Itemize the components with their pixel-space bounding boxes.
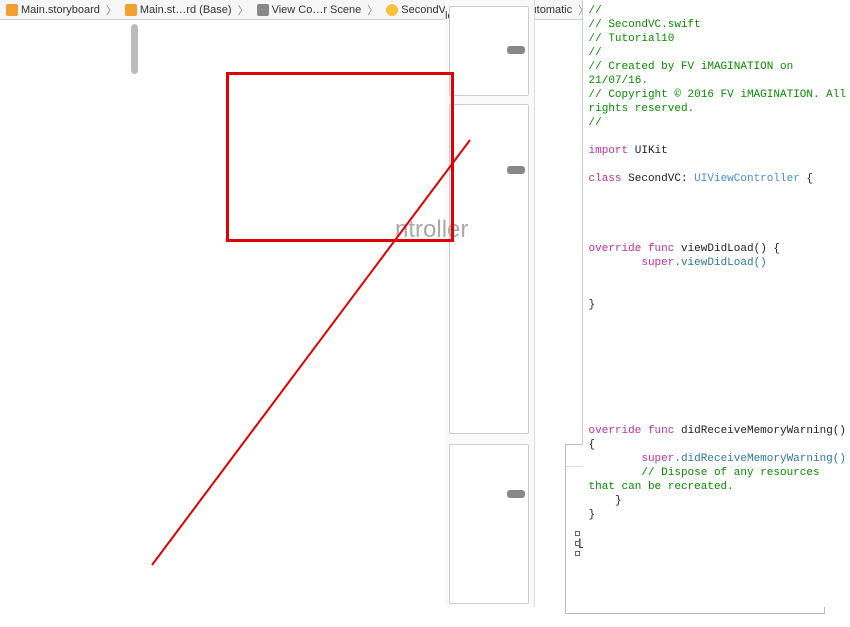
- code-line: [589, 312, 846, 326]
- scene-thumbnail-part: [507, 46, 525, 54]
- code-line: [589, 228, 846, 242]
- crumb-main-storyboard[interactable]: Main.storyboard: [0, 0, 104, 19]
- code-line: // Dispose of any resources that can be …: [589, 466, 846, 494]
- code-line: [589, 396, 846, 410]
- viewcontroller-icon: [386, 4, 398, 16]
- code-line: super.didReceiveMemoryWarning(): [589, 452, 846, 466]
- vertical-scrollbar[interactable]: [131, 24, 138, 74]
- code-line: //: [589, 46, 846, 60]
- code-line: [589, 284, 846, 298]
- scene-thumbnail-part: [507, 490, 525, 498]
- breadcrumb-left: Main.storyboard 〉 Main.st…rd (Base) 〉 Vi…: [0, 0, 445, 20]
- code-line: [589, 326, 846, 340]
- code-line: //: [589, 4, 846, 18]
- storyboard-icon: [125, 4, 137, 16]
- storyboard-icon: [6, 4, 18, 16]
- code-line: [589, 158, 846, 172]
- code-line: [589, 214, 846, 228]
- crumb-sep: 〉: [236, 2, 251, 18]
- code-line: [589, 340, 846, 354]
- code-line: override func didReceiveMemoryWarning() …: [589, 424, 846, 452]
- code-line: }: [589, 508, 846, 522]
- code-line: }: [589, 494, 846, 508]
- code-line: //: [589, 116, 846, 130]
- code-line: super.viewDidLoad(): [589, 256, 846, 270]
- interface-builder-pane[interactable]: ler ntroller Label: [445, 0, 583, 607]
- code-line: // Copyright © 2016 FV iMAGINATION. All …: [589, 88, 846, 116]
- document-outline[interactable]: ler ntroller: [445, 0, 535, 607]
- code-line: class SecondVC: UIViewController {: [589, 172, 846, 186]
- code-line: [589, 382, 846, 396]
- scene-thumbnail-part: [507, 166, 525, 174]
- code-line: [589, 354, 846, 368]
- selection-handle[interactable]: [575, 551, 580, 556]
- crumb-main-storyboard-base[interactable]: Main.st…rd (Base): [119, 0, 236, 19]
- scene-thumbnail[interactable]: [449, 444, 529, 604]
- code-line: import UIKit: [589, 144, 846, 158]
- code-editor-pane[interactable]: // // SecondVC.swift // Tutorial10 // //…: [583, 0, 850, 607]
- code-line: [589, 186, 846, 200]
- code-line: // SecondVC.swift: [589, 18, 846, 32]
- code-line: [589, 130, 846, 144]
- outline-truncated-text: ntroller: [395, 216, 468, 244]
- selection-handle[interactable]: [575, 531, 580, 536]
- code-line: [589, 368, 846, 382]
- selection-handle[interactable]: [575, 541, 580, 546]
- code-line: [589, 200, 846, 214]
- code-line: // Tutorial10: [589, 32, 846, 46]
- crumb-scene[interactable]: View Co…r Scene: [251, 0, 366, 19]
- code-line: override func viewDidLoad() {: [589, 242, 846, 256]
- code-line: [589, 410, 846, 424]
- code-line: }: [589, 298, 846, 312]
- crumb-sep: 〉: [104, 2, 119, 18]
- scene-icon: [257, 4, 269, 16]
- scene-thumbnail[interactable]: [449, 104, 529, 434]
- code-line: [589, 270, 846, 284]
- code-line: // Created by FV iMAGINATION on 21/07/16…: [589, 60, 846, 88]
- crumb-sep: 〉: [365, 2, 380, 18]
